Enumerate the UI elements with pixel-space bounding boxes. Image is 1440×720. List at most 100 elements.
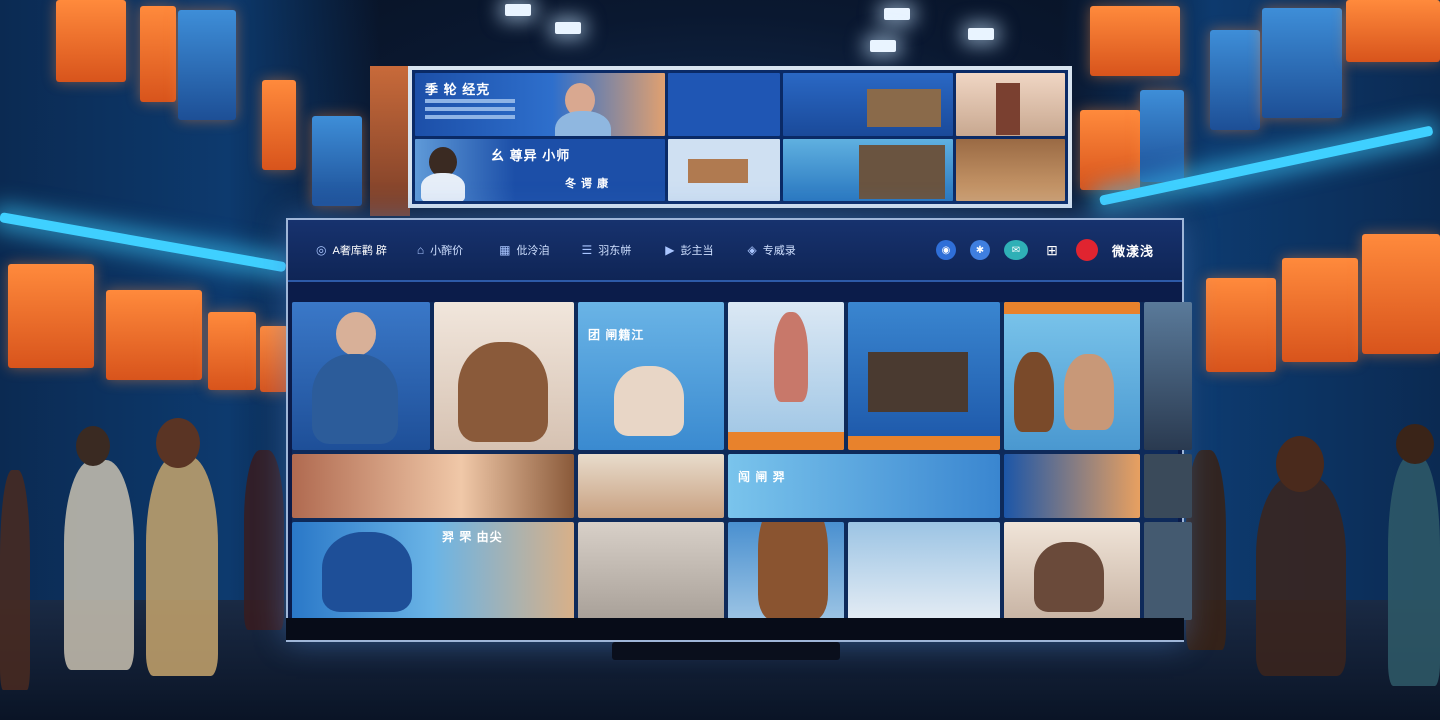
billboard-headline: 幺 尊异 小师 (491, 147, 571, 163)
gallery-tile[interactable] (848, 522, 1000, 620)
billboard-ad: 季 轮 经克 (415, 73, 665, 136)
shopper-figure (1186, 450, 1226, 650)
side-display (1210, 30, 1260, 130)
logo-icon: ◎ (316, 243, 327, 257)
billboard-ad (783, 73, 953, 136)
nav-item-label: 小醡价 (430, 245, 464, 257)
nav-item-label: 仳泠洎 (516, 245, 550, 257)
main-display: ◎ A奢库鹳 辟 ⌂ 小醡价 ▦ 仳泠洎 ☰ 羽东帡 ▶ 彭主当 ◈ 专威录 ◉… (286, 218, 1192, 642)
nav-item-label: 彭主当 (680, 245, 714, 257)
nav-logo[interactable]: ◎ A奢库鹳 辟 (316, 242, 387, 258)
side-display (208, 312, 256, 390)
billboard-subheadline: 冬 谔 康 (565, 177, 610, 190)
tile-photo (868, 352, 968, 412)
nav-item-tag[interactable]: ◈ 专威录 (747, 242, 795, 258)
side-display (1262, 8, 1342, 118)
tile-person (312, 354, 398, 444)
side-display (1346, 0, 1440, 62)
tile-person (336, 312, 376, 356)
monitor-bezel-bottom (286, 618, 1184, 640)
gallery-tile[interactable]: 团 闸籍江 (578, 302, 724, 450)
media-gallery: 团 闸籍江 闯 闸 羿 羿 罘 由尖 (292, 302, 1192, 620)
tile-person (1014, 352, 1054, 432)
shopper-head (1276, 436, 1324, 492)
billboard-photo (688, 158, 748, 183)
side-display (1282, 258, 1358, 362)
side-display (262, 80, 296, 170)
tile-person (1064, 354, 1114, 430)
gallery-tile[interactable] (1144, 454, 1192, 518)
tile-caption: 闯 闸 羿 (738, 470, 786, 484)
ceiling-light (505, 4, 531, 16)
billboard-side-panel (370, 66, 410, 216)
billboard-ad (783, 138, 953, 201)
shopper-head (76, 426, 110, 466)
nav-item-home[interactable]: ⌂ 小醡价 (417, 242, 463, 258)
nav-item-list[interactable]: ☰ 羽东帡 (581, 242, 631, 258)
gallery-tile[interactable]: 闯 闸 羿 (728, 454, 1000, 518)
gallery-tile[interactable]: 羿 罘 由尖 (292, 522, 574, 620)
tile-banner (728, 432, 844, 450)
home-icon: ⌂ (416, 243, 425, 257)
nav-user-label[interactable]: 微漾浅 (1112, 241, 1154, 260)
monitor-stand (612, 642, 840, 660)
tile-banner (848, 436, 1000, 450)
side-display (260, 326, 288, 392)
gallery-tile[interactable] (1144, 302, 1192, 450)
top-navbar: ◎ A奢库鹳 辟 ⌂ 小醡价 ▦ 仳泠洎 ☰ 羽东帡 ▶ 彭主当 ◈ 专威录 ◉… (288, 220, 1182, 282)
shopper-figure (244, 450, 284, 630)
side-display (1080, 110, 1140, 190)
nav-item-label: 羽东帡 (598, 245, 632, 257)
ceiling-light (870, 40, 896, 52)
billboard-ad (956, 138, 1065, 201)
globe-icon[interactable]: ◉ (935, 240, 956, 260)
gallery-tile[interactable] (434, 302, 574, 450)
gallery-tile[interactable] (848, 302, 1000, 450)
billboard-ad (668, 73, 780, 136)
billboard-text-lines (425, 99, 515, 103)
tile-person (758, 522, 828, 620)
side-display (1090, 6, 1180, 76)
billboard-ad (956, 73, 1065, 136)
cart-icon[interactable]: ⊞ (1042, 240, 1062, 260)
shopper-figure (1388, 456, 1440, 686)
ceiling-light (884, 8, 910, 20)
chat-icon[interactable]: ✉ (1003, 240, 1028, 260)
gallery-tile[interactable] (1004, 302, 1140, 450)
bell-icon[interactable]: ✱ (969, 240, 990, 260)
nav-actions: ◉ ✱ ✉ ⊞ 微漾浅 (935, 239, 1154, 261)
record-icon[interactable] (1075, 239, 1098, 261)
tile-caption: 羿 罘 由尖 (442, 530, 503, 544)
tile-banner (1004, 302, 1140, 314)
nav-item-grid[interactable]: ▦ 仳泠洎 (499, 242, 549, 258)
billboard-person (421, 172, 465, 201)
gallery-tile[interactable] (728, 302, 844, 450)
nav-logo-label: A奢库鹳 辟 (332, 245, 387, 257)
top-billboard: 季 轮 经克 幺 尊异 小师 冬 谔 康 (408, 66, 1072, 208)
side-display (178, 10, 236, 120)
nav-item-play[interactable]: ▶ 彭主当 (665, 242, 713, 258)
gallery-tile[interactable] (292, 302, 430, 450)
gallery-tile[interactable] (1144, 522, 1192, 620)
grid-icon: ▦ (499, 243, 511, 257)
gallery-tile[interactable] (578, 522, 724, 620)
gallery-tile[interactable] (1004, 454, 1140, 518)
gallery-tile[interactable] (578, 454, 724, 518)
play-icon: ▶ (665, 243, 675, 257)
billboard-headline: 季 轮 经克 (425, 82, 491, 97)
gallery-tile[interactable] (1004, 522, 1140, 620)
billboard-ad: 幺 尊异 小师 冬 谔 康 (415, 138, 665, 201)
side-display (1206, 278, 1276, 372)
gallery-tile[interactable] (728, 522, 844, 620)
side-display (1140, 90, 1184, 182)
tag-icon: ◈ (747, 243, 757, 257)
side-display (106, 290, 202, 380)
shopper-figure (0, 470, 30, 690)
billboard-photo (996, 83, 1020, 135)
billboard-person (555, 111, 611, 136)
shopper-figure (1256, 476, 1346, 676)
shopper-head (1396, 424, 1434, 464)
shopper-head (156, 418, 200, 468)
gallery-tile[interactable] (292, 454, 574, 518)
tile-person (458, 342, 548, 442)
